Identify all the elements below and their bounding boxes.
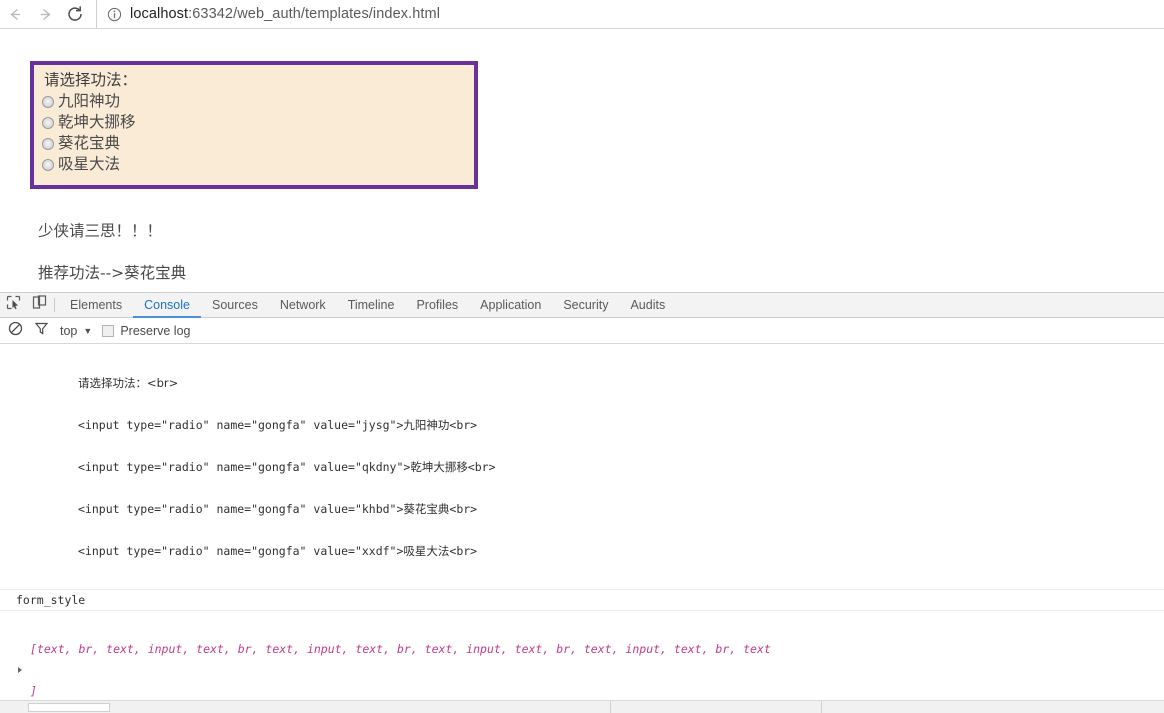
radio-label-khbd: 葵花宝典 [58, 134, 121, 152]
page-content: 请选择功法： 九阳神功 乾坤大挪移 葵花宝典 吸星大法 少侠请三思！！！ 推荐功… [0, 29, 1164, 292]
recommend-text: 推荐功法-->葵花宝典 [38, 264, 187, 282]
msg3-line2: ] [30, 684, 37, 698]
toolbar-divider [54, 298, 55, 312]
reload-icon [66, 5, 84, 23]
expand-arrow-icon[interactable] [18, 667, 22, 673]
tab-sources[interactable]: Sources [201, 293, 269, 318]
console-filter-bar: top ▼ Preserve log [0, 318, 1164, 344]
reload-button[interactable] [60, 0, 90, 28]
url-path: :63342/web_auth/templates/index.html [188, 6, 441, 22]
msg1-line5: <input type="radio" name="gongfa" value=… [78, 544, 478, 558]
console-message-list[interactable]: 请选择功法：<br> <input type="radio" name="gon… [0, 345, 1164, 706]
scrollbar-thumb[interactable] [28, 702, 110, 712]
tab-console[interactable]: Console [133, 293, 201, 318]
radio-label-qkdny: 乾坤大挪移 [58, 113, 136, 131]
browser-toolbar: localhost:63342/web_auth/templates/index… [0, 0, 1164, 29]
inspect-cursor-icon [6, 295, 21, 315]
arrow-right-icon [37, 6, 54, 23]
info-circle-icon[interactable] [107, 7, 122, 22]
tab-audits[interactable]: Audits [619, 293, 676, 318]
tab-application[interactable]: Application [469, 293, 552, 318]
console-message-html-source[interactable]: 请选择功法：<br> <input type="radio" name="gon… [0, 345, 1164, 590]
tab-timeline[interactable]: Timeline [337, 293, 406, 318]
warning-text: 少侠请三思！！！ [38, 222, 163, 240]
preserve-log-checkbox[interactable] [102, 324, 115, 337]
clear-console-icon [8, 321, 23, 341]
radio-option-jysg[interactable]: 九阳神功 [42, 91, 474, 112]
filter-funnel-icon [34, 321, 49, 341]
preserve-log-label[interactable]: Preserve log [120, 324, 190, 338]
devtools-tabbar: Elements Console Sources Network Timelin… [0, 293, 1164, 318]
msg1-line1-cn: 请选择功法：<br> [78, 376, 179, 390]
console-message-form-style[interactable]: form_style [0, 590, 1164, 611]
msg1-line3: <input type="radio" name="gongfa" value=… [78, 460, 496, 474]
msg1-line4: <input type="radio" name="gongfa" value=… [78, 502, 478, 516]
radio-option-khbd[interactable]: 葵花宝典 [42, 133, 474, 154]
url-host: localhost [130, 6, 189, 22]
radio-button-icon[interactable] [42, 158, 54, 171]
filter-button[interactable] [28, 321, 54, 341]
scrollbar-divider [821, 700, 822, 713]
scrollbar-divider [610, 700, 611, 713]
tab-network[interactable]: Network [269, 293, 337, 318]
chevron-down-icon[interactable]: ▼ [83, 326, 92, 336]
address-bar[interactable]: localhost:63342/web_auth/templates/index… [96, 0, 1164, 28]
forward-button[interactable] [30, 0, 60, 28]
device-toolbar-button[interactable] [26, 293, 52, 317]
form-prompt-label: 请选择功法： [44, 71, 138, 89]
back-button[interactable] [0, 0, 30, 28]
device-toolbar-icon [32, 295, 47, 315]
horizontal-scrollbar[interactable] [0, 700, 1164, 713]
radio-label-xxdf: 吸星大法 [58, 155, 121, 173]
radio-option-xxdf[interactable]: 吸星大法 [42, 154, 474, 175]
tab-profiles[interactable]: Profiles [405, 293, 469, 318]
msg1-line2: <input type="radio" name="gongfa" value=… [78, 418, 478, 432]
radio-button-icon[interactable] [42, 137, 54, 150]
radio-button-icon[interactable] [42, 95, 54, 108]
console-message-nodelist[interactable]: [text, br, text, input, text, br, text, … [0, 611, 1164, 706]
radio-option-qkdny[interactable]: 乾坤大挪移 [42, 112, 474, 133]
tab-elements[interactable]: Elements [59, 293, 133, 318]
msg2-text: form_style [16, 593, 86, 607]
msg3-line1: [text, br, text, input, text, br, text, … [30, 642, 771, 656]
console-context-selector[interactable]: top [60, 324, 77, 338]
clear-console-button[interactable] [2, 321, 28, 341]
radio-label-jysg: 九阳神功 [58, 92, 121, 110]
arrow-left-icon [7, 6, 24, 23]
url-text: localhost:63342/web_auth/templates/index… [130, 6, 440, 22]
inspect-element-button[interactable] [0, 293, 26, 317]
radio-button-icon[interactable] [42, 116, 54, 129]
tab-security[interactable]: Security [552, 293, 619, 318]
devtools-panel: Elements Console Sources Network Timelin… [0, 292, 1164, 713]
gongfa-form: 请选择功法： 九阳神功 乾坤大挪移 葵花宝典 吸星大法 [30, 61, 478, 189]
